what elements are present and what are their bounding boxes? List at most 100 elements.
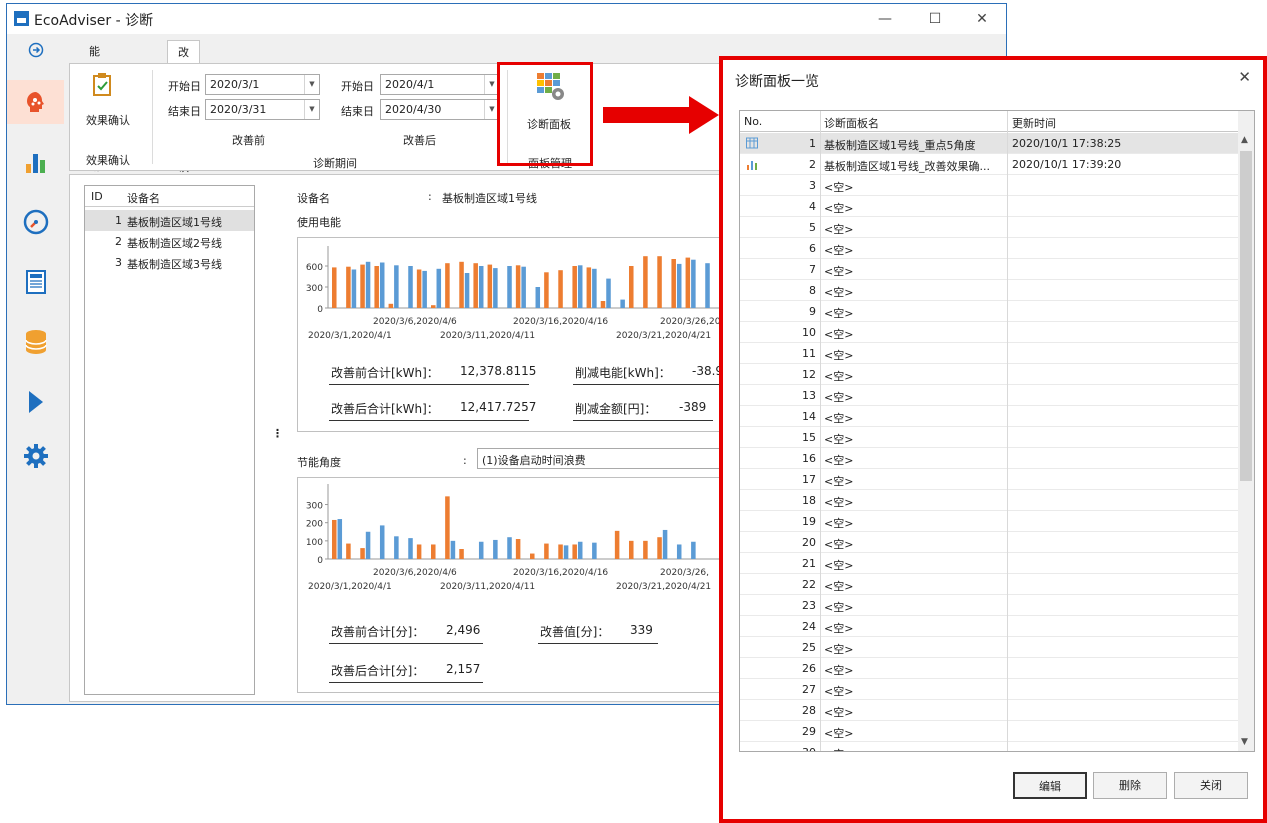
delete-button[interactable]: 删除 xyxy=(1093,772,1167,799)
close-button[interactable]: 关闭 xyxy=(1174,772,1248,799)
maximize-button[interactable]: ☐ xyxy=(915,8,955,30)
panel-row[interactable]: 12 <空> xyxy=(740,364,1239,385)
panel-no: 29 xyxy=(802,725,816,738)
update-time-header[interactable]: 更新时间 xyxy=(1012,115,1056,131)
panel-row[interactable]: 6 <空> xyxy=(740,238,1239,259)
panel-no: 19 xyxy=(802,515,816,528)
chart-bar xyxy=(643,256,648,308)
panel-row[interactable]: 22 <空> xyxy=(740,574,1239,595)
after-minutes-value: 2,157 xyxy=(446,662,481,676)
start-date-after-select[interactable]: 2020/4/1 ▼ xyxy=(380,74,500,95)
panel-row[interactable]: 9 <空> xyxy=(740,301,1239,322)
nav-analysis[interactable] xyxy=(7,140,64,184)
chart-bar xyxy=(691,541,696,559)
scroll-down-icon[interactable]: ▼ xyxy=(1241,737,1248,747)
panel-row[interactable]: 10 <空> xyxy=(740,322,1239,343)
chart-bar xyxy=(445,496,450,559)
close-icon[interactable]: ✕ xyxy=(1238,68,1251,86)
start-date-before-select[interactable]: 2020/3/1 ▼ xyxy=(205,74,320,95)
device-row[interactable]: 1 基板制造区域1号线 xyxy=(85,210,254,231)
chart-bar xyxy=(379,525,385,559)
panel-row[interactable]: 1 基板制造区域1号线_重点5角度 2020/10/1 17:38:25 xyxy=(740,133,1239,154)
nav-monitor[interactable] xyxy=(7,200,64,244)
nav-settings[interactable] xyxy=(7,434,64,478)
panel-name-header[interactable]: 诊断面板名 xyxy=(824,115,879,131)
chart-bar xyxy=(620,299,625,308)
chart-bar xyxy=(544,272,549,308)
gauge-icon xyxy=(23,209,48,235)
saving-chart: 300 200 100 0 2020/3/6,2020/4/6 2020/3/16,202… xyxy=(306,484,728,592)
edit-button[interactable]: 编辑 xyxy=(1013,772,1087,799)
panel-row[interactable]: 7 <空> xyxy=(740,259,1239,280)
panel-row[interactable]: 16 <空> xyxy=(740,448,1239,469)
scroll-thumb[interactable] xyxy=(1240,151,1252,481)
expand-nav-button[interactable] xyxy=(7,34,64,66)
x-tick-label: 2020/3/11,2020/4/11 xyxy=(440,582,535,592)
x-tick-label: 2020/3/21,2020/4/21 xyxy=(616,331,711,341)
panel-row[interactable]: 26 <空> xyxy=(740,658,1239,679)
panel-row[interactable]: 18 <空> xyxy=(740,490,1239,511)
start-date-before-value: 2020/3/1 xyxy=(210,78,260,91)
grid-panel-icon xyxy=(746,137,758,149)
panel-no: 28 xyxy=(802,704,816,717)
chart-bar xyxy=(705,263,710,308)
panel-row[interactable]: 8 <空> xyxy=(740,280,1239,301)
end-date-after-value: 2020/4/30 xyxy=(385,103,442,116)
device-row[interactable]: 2 基板制造区域2号线 xyxy=(85,231,254,252)
panel-row[interactable]: 28 <空> xyxy=(740,700,1239,721)
panel-update-time: 2020/10/1 17:39:20 xyxy=(1012,158,1122,171)
panel-row[interactable]: 13 <空> xyxy=(740,385,1239,406)
underline xyxy=(329,643,483,644)
chevron-down-icon: ▼ xyxy=(304,100,319,119)
panel-row[interactable]: 21 <空> xyxy=(740,553,1239,574)
panel-no: 7 xyxy=(809,263,816,276)
nav-database[interactable] xyxy=(7,320,64,364)
chart-bar xyxy=(487,264,493,308)
vertical-scrollbar[interactable]: ▲ ▼ xyxy=(1238,111,1254,751)
chart-bar xyxy=(450,540,456,559)
nav-report[interactable] xyxy=(7,260,64,304)
panel-row[interactable]: 17 <空> xyxy=(740,469,1239,490)
end-date-before-select[interactable]: 2020/3/31 ▼ xyxy=(205,99,320,120)
panel-row[interactable]: 11 <空> xyxy=(740,343,1239,364)
panel-row[interactable]: 27 <空> xyxy=(740,679,1239,700)
effect-confirm-button[interactable]: 效果确认 xyxy=(80,70,130,136)
panel-row[interactable]: 29 <空> xyxy=(740,721,1239,742)
splitter-handle[interactable]: ⋮ xyxy=(272,427,283,440)
tab-waste-diagnosis[interactable]: 能源浪费诊断 xyxy=(79,40,110,173)
panel-row[interactable]: 14 <空> xyxy=(740,406,1239,427)
improve-value: 339 xyxy=(630,623,653,637)
nav-diagnosis[interactable] xyxy=(7,80,64,124)
panel-row[interactable]: 2 基板制造区域1号线_改善效果确... 2020/10/1 17:39:20 xyxy=(740,154,1239,175)
panel-name: <空> xyxy=(824,223,854,236)
energy-chart: 600 300 0 2020/3/6,2020/4/6 2020/3/16,2020/4… xyxy=(306,246,728,341)
device-row[interactable]: 3 基板制造区域3号线 xyxy=(85,252,254,273)
after-total-label: 改善后合计[kWh]： xyxy=(331,402,439,416)
scroll-up-icon[interactable]: ▲ xyxy=(1241,135,1248,145)
minimize-button[interactable]: — xyxy=(865,8,905,30)
panel-row[interactable]: 15 <空> xyxy=(740,427,1239,448)
chart-bar xyxy=(535,287,541,308)
no-header[interactable]: No. xyxy=(744,115,762,128)
chart-bar xyxy=(544,543,549,559)
saving-angle-select[interactable]: (1)设备启动时间浪费 xyxy=(477,448,727,469)
before-minutes-value: 2,496 xyxy=(446,623,481,637)
panel-row[interactable]: 19 <空> xyxy=(740,511,1239,532)
tab-improvement-check[interactable]: 改善效果确认 xyxy=(167,40,200,174)
chart-bar xyxy=(431,544,436,559)
close-window-button[interactable]: ✕ xyxy=(962,8,1002,30)
nav-execute[interactable] xyxy=(7,380,64,424)
panel-row[interactable]: 4 <空> xyxy=(740,196,1239,217)
panel-row[interactable]: 23 <空> xyxy=(740,595,1239,616)
panel-row[interactable]: 24 <空> xyxy=(740,616,1239,637)
end-date-after-select[interactable]: 2020/4/30 ▼ xyxy=(380,99,500,120)
x-tick-label: 2020/3/11,2020/4/11 xyxy=(440,331,535,341)
panel-row[interactable]: 5 <空> xyxy=(740,217,1239,238)
panel-row[interactable]: 30 <空> xyxy=(740,742,1239,751)
panel-row[interactable]: 25 <空> xyxy=(740,637,1239,658)
panel-row[interactable]: 20 <空> xyxy=(740,532,1239,553)
panel-name: <空> xyxy=(824,349,854,362)
chart-bar xyxy=(365,261,371,308)
panel-no: 22 xyxy=(802,578,816,591)
panel-row[interactable]: 3 <空> xyxy=(740,175,1239,196)
